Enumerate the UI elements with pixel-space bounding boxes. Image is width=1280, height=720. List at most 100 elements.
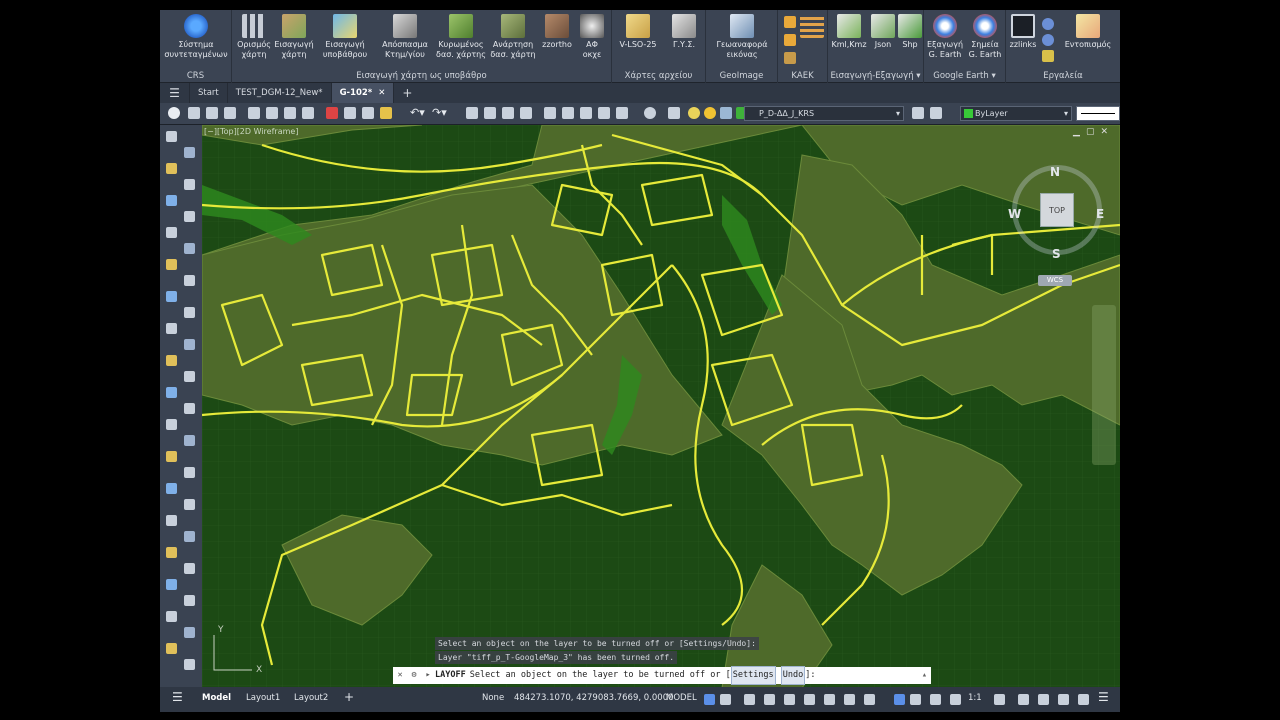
af-okxe-button[interactable]: ΑΦ οκχε <box>576 14 608 60</box>
fullscreen-icon[interactable] <box>1078 694 1089 705</box>
bulb-icon[interactable] <box>688 107 700 119</box>
drawing-canvas[interactable]: [−][Top][2D Wireframe] ▁▢✕ TOP N S E W W… <box>202 125 1120 688</box>
kml-button[interactable]: Kml,Kmz <box>830 14 868 50</box>
tab-layout1[interactable]: Layout1 <box>246 693 280 703</box>
annotation-scale[interactable]: 1:1 <box>968 693 982 703</box>
left-tool-button[interactable] <box>166 419 177 430</box>
viewcube-top[interactable]: TOP <box>1040 193 1074 227</box>
layer-combo[interactable]: P_D-ΔΔ_J_KRS ▾ <box>744 106 904 121</box>
snap-toggle-icon[interactable] <box>720 694 731 705</box>
left-tool-button[interactable] <box>166 259 177 270</box>
left-tool-button[interactable] <box>166 611 177 622</box>
tab-start[interactable]: Start <box>190 83 228 103</box>
grid-toggle-icon[interactable] <box>704 694 715 705</box>
kaek-search-icon[interactable] <box>784 52 796 64</box>
publish-icon[interactable] <box>302 107 314 119</box>
left-tool-button[interactable] <box>166 579 177 590</box>
new-icon[interactable] <box>188 107 200 119</box>
left-tool-button[interactable] <box>166 163 177 174</box>
close-tab-icon[interactable]: ✕ <box>378 88 385 98</box>
units-icon[interactable] <box>1018 694 1029 705</box>
left-tool-button[interactable] <box>184 275 195 286</box>
gys-button[interactable]: Γ.Υ.Σ. <box>664 14 704 50</box>
left-tool-button[interactable] <box>184 211 195 222</box>
compass-n[interactable]: N <box>1050 165 1060 179</box>
viewport-label[interactable]: [−][Top][2D Wireframe] <box>204 127 298 136</box>
define-map-button[interactable]: Ορισμός χάρτη <box>234 14 274 60</box>
wcs-menu[interactable]: WCS <box>1038 275 1072 286</box>
left-tool-button[interactable] <box>166 131 177 142</box>
annotation-visibility-icon[interactable] <box>930 694 941 705</box>
left-tool-button[interactable] <box>184 659 195 670</box>
isodraft-icon[interactable] <box>784 694 795 705</box>
left-tool-button[interactable] <box>184 243 195 254</box>
help-circle-icon[interactable] <box>644 107 656 119</box>
lock-icon[interactable] <box>720 107 732 119</box>
app-icon[interactable] <box>168 107 180 119</box>
shp-button[interactable]: Shp <box>898 14 922 50</box>
left-tool-button[interactable] <box>166 643 177 654</box>
zzlinks-button[interactable]: zzlinks <box>1008 14 1038 50</box>
forest-map-ratified-button[interactable]: Κυρωμένος δασ. χάρτης <box>434 14 488 60</box>
cadastre-extract-button[interactable]: Απόσπασμα Κτημ/γίου <box>380 14 430 60</box>
group-title-export[interactable]: Εισαγωγή-Εξαγωγή ▾ <box>828 71 923 81</box>
left-tool-button[interactable] <box>184 147 195 158</box>
tab-model[interactable]: Model <box>202 693 231 703</box>
layer-previous-icon[interactable] <box>930 107 942 119</box>
viewport-controls[interactable]: ▁▢✕ <box>1073 127 1114 137</box>
tab-layout2[interactable]: Layout2 <box>294 693 328 703</box>
selection-cycling-icon[interactable] <box>894 694 905 705</box>
compass-w[interactable]: W <box>1008 207 1021 221</box>
json-button[interactable]: Json <box>870 14 896 50</box>
left-tool-button[interactable] <box>166 227 177 238</box>
auto-scale-icon[interactable] <box>950 694 961 705</box>
left-tool-button[interactable] <box>184 595 195 606</box>
markup-icon[interactable] <box>616 107 628 119</box>
ortho-toggle-icon[interactable] <box>744 694 755 705</box>
left-tool-button[interactable] <box>184 179 195 190</box>
pan-icon[interactable] <box>466 107 478 119</box>
osnap-icon[interactable] <box>824 694 835 705</box>
color-combo[interactable]: ByLayer ▾ <box>960 106 1072 121</box>
make-current-icon[interactable] <box>912 107 924 119</box>
info-icon[interactable] <box>1042 18 1054 30</box>
cut-icon[interactable] <box>326 107 338 119</box>
left-tool-button[interactable] <box>184 531 195 542</box>
left-tool-button[interactable] <box>184 563 195 574</box>
vlso25-button[interactable]: V-LSO-25 <box>616 14 660 50</box>
lineweight-icon[interactable] <box>844 694 855 705</box>
left-tool-button[interactable] <box>184 371 195 382</box>
layer-properties-icon[interactable] <box>668 107 680 119</box>
compass-s[interactable]: S <box>1052 247 1061 261</box>
undo-icon[interactable]: ↶▾ <box>410 107 425 119</box>
coordinate-system-button[interactable]: Σύστημα συντεταγμένων <box>164 14 228 60</box>
object-track-icon[interactable] <box>804 694 815 705</box>
left-tool-button[interactable] <box>166 515 177 526</box>
georeference-image-button[interactable]: Γεωαναφορά εικόνας <box>710 14 774 60</box>
add-layout-button[interactable]: + <box>344 690 354 704</box>
print-icon[interactable] <box>248 107 260 119</box>
left-tool-button[interactable] <box>166 547 177 558</box>
left-tool-button[interactable] <box>166 323 177 334</box>
left-tool-button[interactable] <box>166 291 177 302</box>
left-tool-button[interactable] <box>166 195 177 206</box>
compass-e[interactable]: E <box>1096 207 1104 221</box>
import-basemap-button[interactable]: Εισαγωγή υποβάθρου <box>320 14 370 60</box>
close-cmd-icon[interactable]: ✕ <box>393 667 407 684</box>
workspace-gear-icon[interactable] <box>994 694 1005 705</box>
option-settings[interactable]: Settings <box>730 666 776 685</box>
quick-properties-icon[interactable] <box>1038 694 1049 705</box>
left-tool-button[interactable] <box>184 467 195 478</box>
forest-map-posting-button[interactable]: Ανάρτηση δασ. χάρτη <box>488 14 538 60</box>
match-prop-icon[interactable] <box>380 107 392 119</box>
settings-icon[interactable] <box>1042 50 1054 62</box>
left-tool-button[interactable] <box>166 451 177 462</box>
left-tool-button[interactable] <box>166 483 177 494</box>
model-space-toggle[interactable]: MODEL <box>666 693 697 703</box>
linetype-combo[interactable] <box>1076 106 1120 121</box>
left-tool-button[interactable] <box>166 355 177 366</box>
paste-icon[interactable] <box>362 107 374 119</box>
left-tool-button[interactable] <box>166 387 177 398</box>
import-map-button[interactable]: Εισαγωγή χάρτη <box>274 14 314 60</box>
tab-test-dgm[interactable]: TEST_DGM-12_New* <box>228 83 332 103</box>
